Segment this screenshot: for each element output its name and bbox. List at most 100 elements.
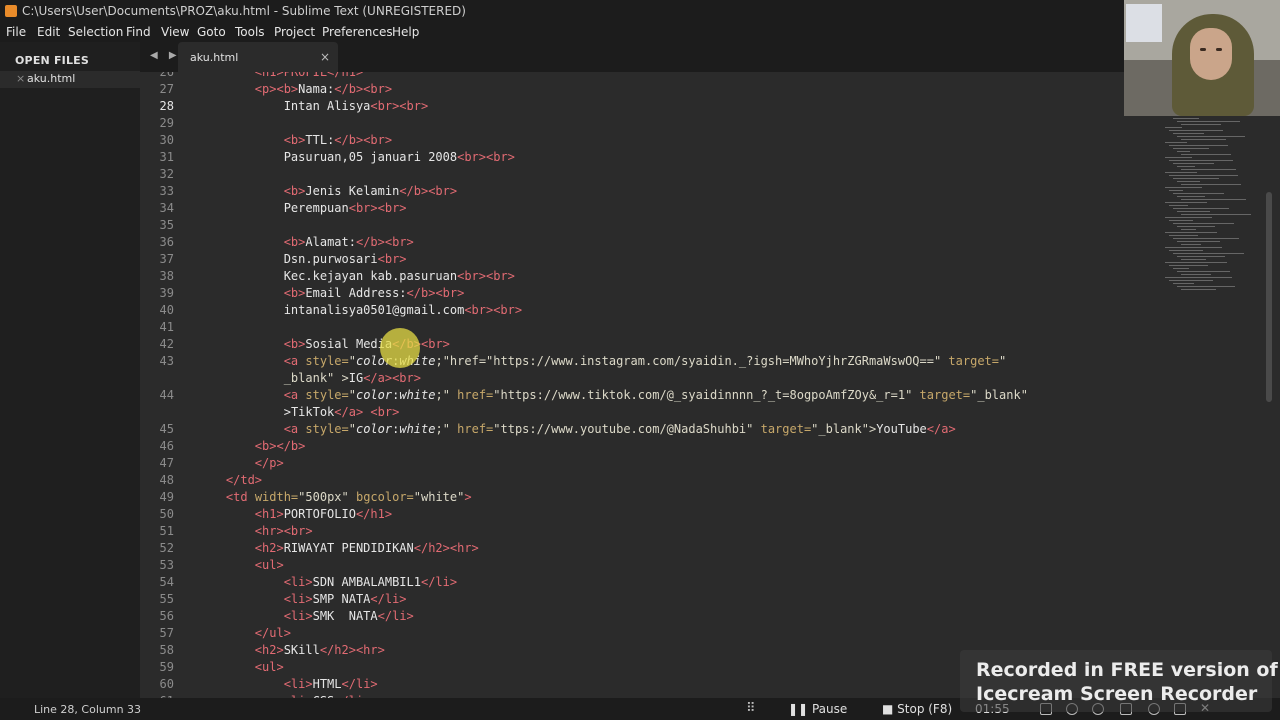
- code-line[interactable]: <hr><br>: [197, 523, 313, 540]
- menu-find[interactable]: Find: [126, 25, 151, 39]
- minimap-line: [1165, 157, 1192, 158]
- code-token: SKill: [283, 643, 320, 657]
- menu-selection[interactable]: Selection: [68, 25, 123, 39]
- code-token: <li>: [283, 609, 313, 623]
- code-token: SMP NATA: [312, 592, 371, 606]
- code-token: <td: [225, 490, 255, 504]
- code-line[interactable]: Intan Alisya<br><br>: [197, 98, 429, 115]
- code-line[interactable]: Dsn.purwosari<br>: [197, 251, 407, 268]
- code-token: <li>: [283, 575, 313, 589]
- menu-preferences[interactable]: Preferences: [322, 25, 393, 39]
- window-title: C:\Users\User\Documents\PROZ\aku.html - …: [22, 4, 466, 18]
- code-line[interactable]: <h2>SKill</h2><hr>: [197, 642, 385, 659]
- open-files-header: OPEN FILES: [15, 54, 90, 67]
- minimap-line: [1165, 232, 1217, 233]
- vertical-scrollbar[interactable]: [1266, 192, 1272, 402]
- sidebar-item-aku-html[interactable]: × aku.html: [0, 71, 140, 88]
- tab-aku-html[interactable]: aku.html ×: [178, 42, 338, 72]
- code-token: Pasuruan,05 januari 2008: [197, 150, 458, 164]
- code-line[interactable]: <ul>: [197, 557, 284, 574]
- code-token: style=: [305, 354, 349, 368]
- code-line[interactable]: <a style="color:white;" href="https://ww…: [197, 387, 1028, 404]
- code-line[interactable]: <li>SMP NATA</li>: [197, 591, 407, 608]
- line-number: 42: [159, 337, 174, 351]
- code-editor[interactable]: 26 27 28 29 30 31 32 33 34 35 36 37 38 39 40 41 42 43 44 45…: [140, 72, 1280, 698]
- menu-goto[interactable]: Goto: [197, 25, 226, 39]
- minimap-line: [1169, 160, 1233, 161]
- menu-help[interactable]: Help: [392, 25, 419, 39]
- code-line[interactable]: Kec.kejayan kab.pasuruan<br><br>: [197, 268, 515, 285]
- tab-close-icon[interactable]: ×: [320, 50, 330, 64]
- code-line[interactable]: <li>SDN AMBALAMBIL1</li>: [197, 574, 457, 591]
- code-line[interactable]: <b>Alamat:</b><br>: [197, 234, 414, 251]
- sidebar: OPEN FILES × aku.html: [0, 42, 140, 698]
- code-token: "_blank": [970, 388, 1028, 402]
- code-line[interactable]: <li>HTML</li>: [197, 676, 378, 693]
- code-token: <b>: [283, 235, 306, 249]
- minimap[interactable]: [1155, 112, 1265, 312]
- code-line[interactable]: intanalisya0501@gmail.com<br><br>: [197, 302, 522, 319]
- code-line[interactable]: <b>Jenis Kelamin</b><br>: [197, 183, 457, 200]
- code-token: SDN AMBALAMBIL1: [312, 575, 421, 589]
- stop-label: Stop (F8): [897, 702, 953, 716]
- close-icon[interactable]: ×: [16, 72, 25, 85]
- menu-file[interactable]: File: [6, 25, 26, 39]
- line-number: 33: [159, 184, 174, 198]
- menu-project[interactable]: Project: [274, 25, 315, 39]
- stop-button[interactable]: ■ Stop (F8): [882, 702, 952, 716]
- code-line[interactable]: </ul>: [197, 625, 291, 642]
- code-line[interactable]: Perempuan<br><br>: [197, 200, 407, 217]
- code-token: ": [348, 422, 356, 436]
- code-line[interactable]: <ul>: [197, 659, 284, 676]
- minimap-line: [1181, 289, 1216, 290]
- line-number: 60: [159, 677, 174, 691]
- code-line[interactable]: <b>Email Address:</b><br>: [197, 285, 465, 302]
- line-number: 58: [159, 643, 174, 657]
- tab-label: aku.html: [190, 51, 239, 64]
- minimap-line: [1181, 184, 1241, 185]
- code-line[interactable]: <h1>PROFIL</h1>: [197, 72, 363, 81]
- line-number: 38: [159, 269, 174, 283]
- menu-edit[interactable]: Edit: [37, 25, 60, 39]
- line-number: 56: [159, 609, 174, 623]
- code-token: TTL:: [305, 133, 335, 147]
- minimap-line: [1169, 130, 1223, 131]
- line-number: 49: [159, 490, 174, 504]
- code-line[interactable]: <p><b>Nama:</b><br>: [197, 81, 392, 98]
- line-number: 47: [159, 456, 174, 470]
- code-line[interactable]: _blank" >IG</a><br>: [197, 370, 421, 387]
- minimap-line: [1181, 214, 1251, 215]
- code-line[interactable]: </td>: [197, 472, 262, 489]
- pause-button[interactable]: ❚❚ Pause: [788, 702, 847, 716]
- code-line[interactable]: </p>: [197, 455, 284, 472]
- minimap-line: [1181, 259, 1206, 260]
- minimap-line: [1169, 265, 1208, 266]
- minimap-line: [1177, 286, 1235, 287]
- code-token: RIWAYAT PENDIDIKAN: [283, 541, 414, 555]
- grid-handle-icon[interactable]: ⠿: [746, 701, 756, 716]
- code-token: <br><br>: [457, 269, 515, 283]
- code-line[interactable]: <h2>RIWAYAT PENDIDIKAN</h2><hr>: [197, 540, 479, 557]
- code-line[interactable]: Pasuruan,05 januari 2008<br><br>: [197, 149, 515, 166]
- code-line[interactable]: >TikTok</a> <br>: [197, 404, 400, 421]
- code-token: </li>: [341, 677, 378, 691]
- sidebar-item-label: aku.html: [27, 72, 76, 85]
- tab-nav-arrows-icon[interactable]: ◀ ▶: [150, 50, 181, 61]
- code-token: Alamat:: [305, 235, 356, 249]
- code-line[interactable]: <li>SMK NATA</li>: [197, 608, 414, 625]
- code-line[interactable]: <h1>PORTOFOLIO</h1>: [197, 506, 392, 523]
- code-token: ;"href="https://www.instagram.com/syaidi…: [435, 354, 949, 368]
- watermark-line-2: Icecream Screen Recorder: [976, 683, 1258, 705]
- code-line[interactable]: <b>TTL:</b><br>: [197, 132, 392, 149]
- code-line[interactable]: <a style="color:white;" href="ttps://www…: [197, 421, 956, 438]
- menu-view[interactable]: View: [161, 25, 189, 39]
- code-line[interactable]: <td width="500px" bgcolor="white">: [197, 489, 472, 506]
- code-line[interactable]: <a style="color:white;"href="https://www…: [197, 353, 1007, 370]
- menu-tools[interactable]: Tools: [235, 25, 265, 39]
- code-token: <br>: [377, 252, 407, 266]
- code-line[interactable]: <b></b>: [197, 438, 306, 455]
- line-number: 37: [159, 252, 174, 266]
